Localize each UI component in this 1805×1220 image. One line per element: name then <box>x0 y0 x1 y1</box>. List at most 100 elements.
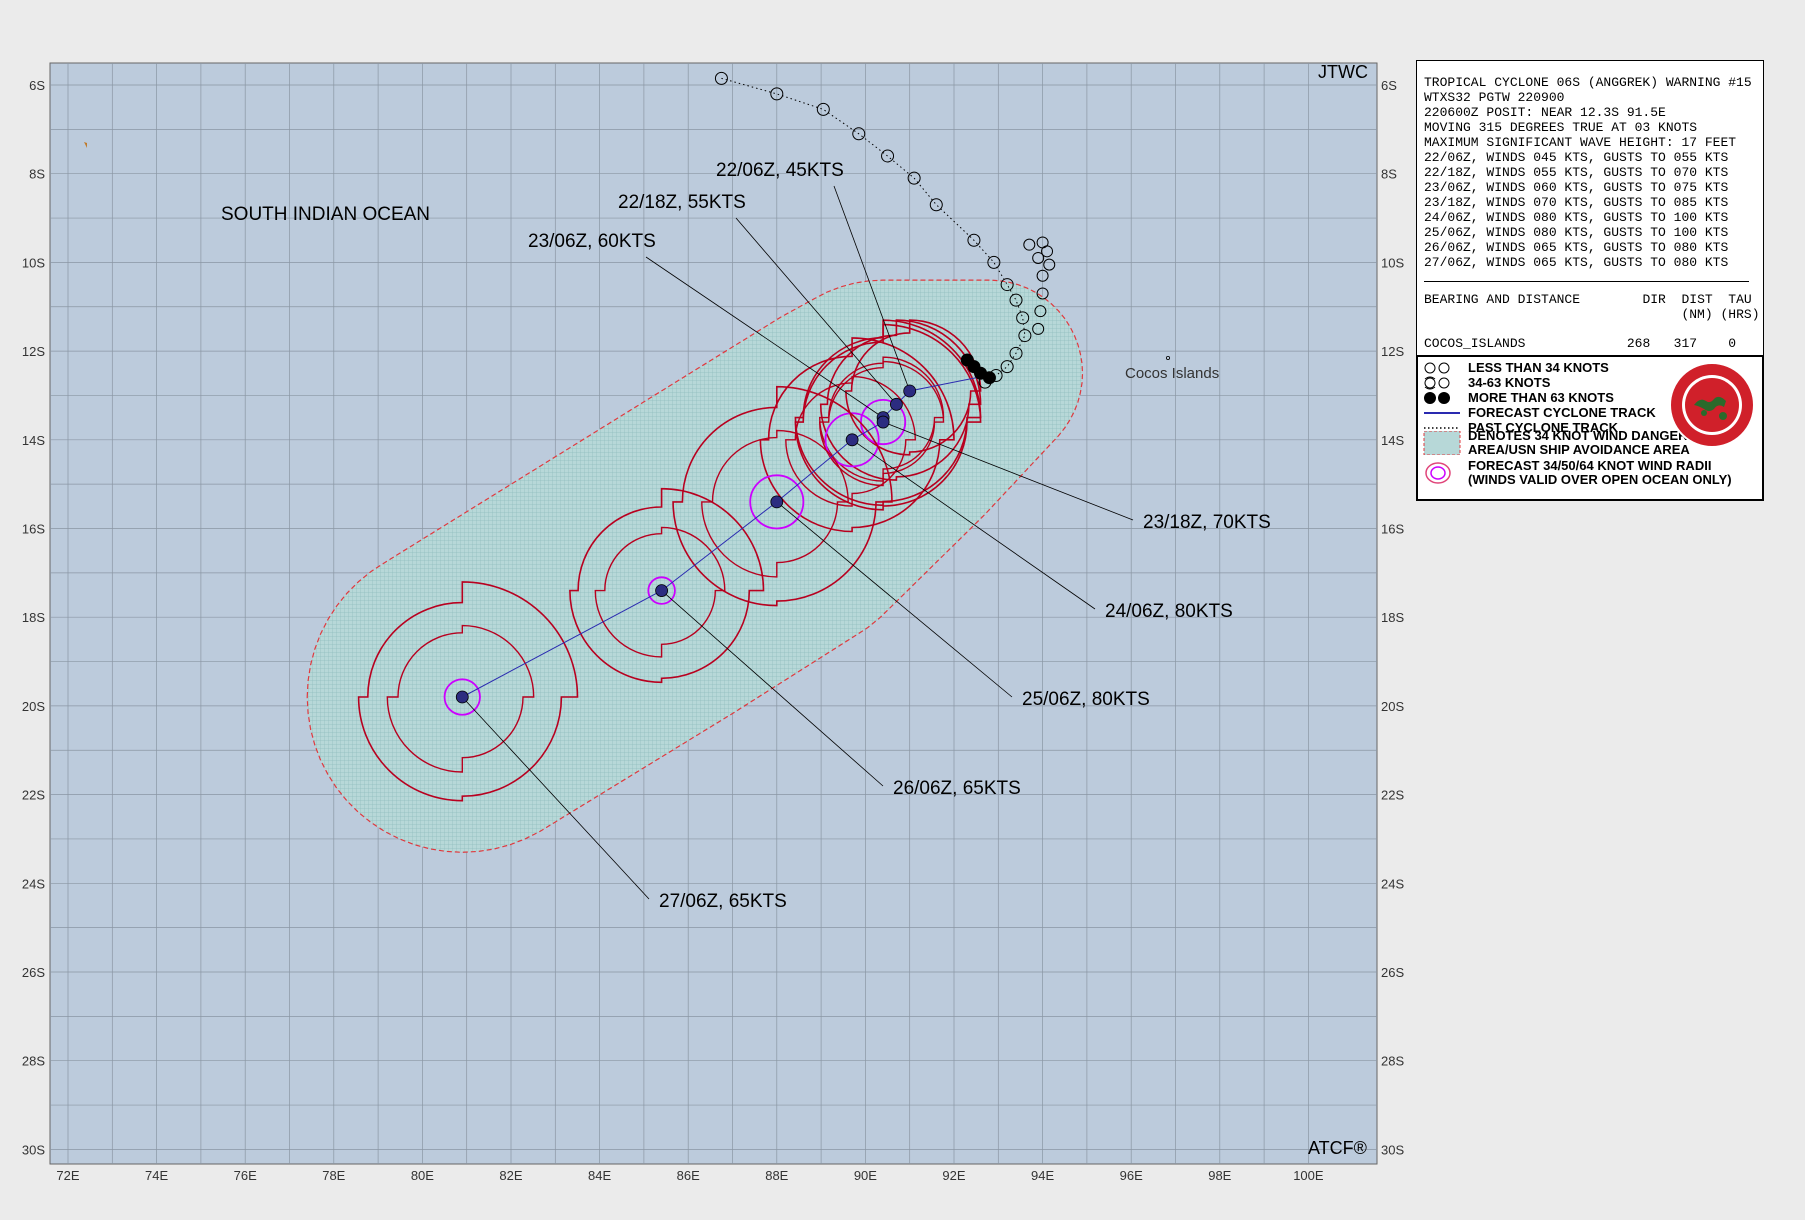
current-position-marker <box>967 360 981 374</box>
legend-item-label: FORECAST CYCLONE TRACK <box>1468 406 1656 420</box>
warning-line: 25/06Z, WINDS 080 KTS, GUSTS TO 100 KTS <box>1424 225 1729 240</box>
warning-line: MOVING 315 DEGREES TRUE AT 03 KNOTS <box>1424 120 1698 135</box>
col-tau: TAU <box>1728 292 1752 307</box>
latitude-label-right: 8S <box>1381 167 1397 182</box>
forecast-label: 25/06Z, 80KTS <box>1022 689 1150 710</box>
34-63-knots-icon <box>1424 376 1450 390</box>
legend-item: 34-63 KNOTS <box>1422 375 1550 391</box>
warning-line: 26/06Z, WINDS 065 KTS, GUSTS TO 080 KTS <box>1424 240 1729 255</box>
legend-item-label: 34-63 KNOTS <box>1468 376 1550 390</box>
legend-item-line: LESS THAN 34 KNOTS <box>1468 360 1609 375</box>
latitude-label-left: 14S <box>22 433 45 448</box>
forecast-label: 22/18Z, 55KTS <box>618 192 746 213</box>
legend-item-label: LESS THAN 34 KNOTS <box>1468 361 1609 375</box>
longitude-label: 86E <box>677 1168 700 1183</box>
station-dir: 268 <box>1626 336 1651 351</box>
software-label: ATCF® <box>1308 1138 1367 1158</box>
longitude-label: 94E <box>1031 1168 1054 1183</box>
latitude-label-left: 12S <box>22 344 45 359</box>
longitude-label: 100E <box>1293 1168 1324 1183</box>
current-position-marker <box>982 371 996 385</box>
forecast-position-marker <box>845 433 859 447</box>
longitude-label: 76E <box>234 1168 257 1183</box>
legend-item-line: (WINDS VALID OVER OPEN OCEAN ONLY) <box>1468 472 1732 487</box>
warning-line: TROPICAL CYCLONE 06S (ANGGREK) WARNING #… <box>1424 75 1752 90</box>
legend-item-line: DENOTES 34 KNOT WIND DANGER <box>1468 428 1688 443</box>
forecast-label: 23/06Z, 60KTS <box>528 231 656 252</box>
legend-item-line: FORECAST CYCLONE TRACK <box>1468 405 1656 420</box>
latitude-label-left: 28S <box>22 1054 45 1069</box>
latitude-label-left: 6S <box>29 78 45 93</box>
danger-area-icon <box>1423 431 1461 455</box>
legend-item: LESS THAN 34 KNOTS <box>1422 360 1609 376</box>
legend-item: MORE THAN 63 KNOTS <box>1422 390 1614 406</box>
warning-line: 220600Z POSIT: NEAR 12.3S 91.5E <box>1424 105 1666 120</box>
latitude-label-right: 24S <box>1381 876 1404 891</box>
latitude-label-left: 10S <box>22 255 45 270</box>
latitude-label-right: 20S <box>1381 699 1404 714</box>
region-label: SOUTH INDIAN OCEAN <box>221 204 430 225</box>
col-dist-unit: (NM) <box>1681 307 1713 322</box>
longitude-label: 90E <box>854 1168 877 1183</box>
longitude-label: 96E <box>1120 1168 1143 1183</box>
bearing-header: BEARING AND DISTANCE <box>1424 292 1581 307</box>
longitude-label: 74E <box>145 1168 168 1183</box>
longitude-label: 92E <box>942 1168 965 1183</box>
forecast-label: 26/06Z, 65KTS <box>893 778 1021 799</box>
longitude-label: 98E <box>1208 1168 1231 1183</box>
longitude-label: 84E <box>588 1168 611 1183</box>
warning-line: 23/18Z, WINDS 070 KTS, GUSTS TO 085 KTS <box>1424 195 1729 210</box>
forecast-position-marker <box>876 415 890 429</box>
latitude-label-left: 22S <box>22 788 45 803</box>
wind-radii-icon <box>1425 462 1451 484</box>
legend-item-label: DENOTES 34 KNOT WIND DANGER AREA/USN SHIP… <box>1468 429 1690 457</box>
forecast-position-marker <box>655 584 669 597</box>
forecast-label: 23/18Z, 70KTS <box>1143 512 1271 533</box>
station-name: COCOS_ISLANDS <box>1424 336 1526 351</box>
latitude-label-right: 30S <box>1381 1142 1404 1157</box>
warning-line: 22/06Z, WINDS 045 KTS, GUSTS TO 055 KTS <box>1424 150 1729 165</box>
legend-item-label: FORECAST 34/50/64 KNOT WIND RADII (WINDS… <box>1468 459 1732 487</box>
legend-item: DENOTES 34 KNOT WIND DANGER AREA/USN SHIP… <box>1422 429 1690 457</box>
warning-line: 23/06Z, WINDS 060 KTS, GUSTS TO 075 KTS <box>1424 180 1729 195</box>
station-tau: 0 <box>1728 336 1737 351</box>
longitude-label: 82E <box>499 1168 522 1183</box>
warning-line: MAXIMUM SIGNIFICANT WAVE HEIGHT: 17 FEET <box>1424 135 1737 150</box>
legend-item: FORECAST 34/50/64 KNOT WIND RADII (WINDS… <box>1422 459 1732 487</box>
warning-info-box: TROPICAL CYCLONE 06S (ANGGREK) WARNING #… <box>1416 60 1764 402</box>
forecast-position-marker <box>455 690 469 704</box>
col-tau-unit: (HRS) <box>1720 307 1760 322</box>
longitude-label: 88E <box>765 1168 788 1183</box>
forecast-label: 27/06Z, 65KTS <box>659 891 787 912</box>
forecast-label: 24/06Z, 80KTS <box>1105 601 1233 622</box>
info-divider <box>1424 281 1749 282</box>
latitude-label-left: 8S <box>29 167 45 182</box>
col-dist: DIST <box>1681 292 1713 307</box>
agency-label: JTWC <box>1318 62 1368 82</box>
latitude-label-left: 30S <box>22 1142 45 1157</box>
latitude-label-left: 26S <box>22 965 45 980</box>
legend-box: LESS THAN 34 KNOTS 34-63 KNOTS MORE THAN 6… <box>1416 355 1764 501</box>
latitude-label-left: 24S <box>22 876 45 891</box>
legend-item: FORECAST CYCLONE TRACK <box>1422 405 1656 421</box>
legend-item-line: 34-63 KNOTS <box>1468 375 1551 390</box>
latitude-label-right: 18S <box>1381 610 1404 625</box>
station-row: COCOS_ISLANDS 268 317 0 <box>1424 336 1755 351</box>
col-dir: DIR <box>1642 292 1666 307</box>
latitude-label-left: 20S <box>22 699 45 714</box>
latitude-label-left: 18S <box>22 610 45 625</box>
latitude-label-right: 16S <box>1381 522 1404 537</box>
forecast-track-icon <box>1424 412 1460 414</box>
legend-item-label: MORE THAN 63 KNOTS <box>1468 391 1614 405</box>
forecast-label: 22/06Z, 45KTS <box>716 160 844 181</box>
longitude-label: 78E <box>322 1168 345 1183</box>
longitude-label: 72E <box>56 1168 79 1183</box>
latitude-label-right: 26S <box>1381 965 1404 980</box>
forecast-position-marker <box>770 495 784 509</box>
latitude-label-right: 14S <box>1381 433 1404 448</box>
warning-line: 24/06Z, WINDS 080 KTS, GUSTS TO 100 KTS <box>1424 210 1729 225</box>
latitude-label-left: 16S <box>22 522 45 537</box>
latitude-label-right: 22S <box>1381 788 1404 803</box>
latitude-label-right: 6S <box>1381 78 1397 93</box>
legend-item-line: AREA/USN SHIP AVOIDANCE AREA <box>1468 442 1690 457</box>
